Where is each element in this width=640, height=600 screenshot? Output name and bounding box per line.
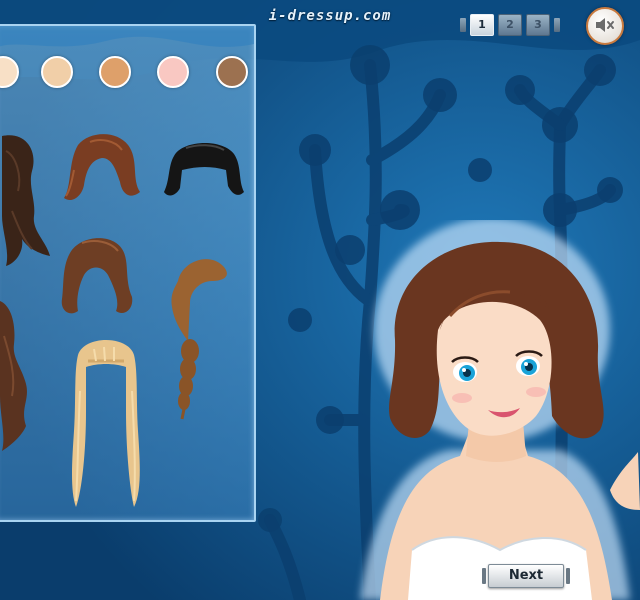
hair-selection-panel <box>0 24 256 522</box>
hairstyle-black-bob-bangs[interactable] <box>162 136 246 206</box>
page-selector-right-cap <box>554 18 560 32</box>
hairstyle-blonde-long-straight-bangs[interactable] <box>64 331 148 511</box>
sound-toggle-button[interactable] <box>586 7 624 45</box>
hairstyle-auburn-bob[interactable] <box>60 130 144 212</box>
doll-hand <box>610 452 640 510</box>
page-selector-left-cap <box>460 18 466 32</box>
site-logo[interactable]: i-dressup.com <box>244 8 416 24</box>
hairstyle-light-brown-braid[interactable] <box>160 251 234 421</box>
speaker-mute-icon <box>596 18 614 32</box>
skin-tone-swatch-4[interactable] <box>157 56 189 88</box>
page-button-1[interactable]: 1 <box>470 14 494 36</box>
next-button[interactable]: Next <box>482 564 570 588</box>
page-button-3[interactable]: 3 <box>526 14 550 36</box>
skin-tone-swatch-2[interactable] <box>41 56 73 88</box>
doll-character <box>360 220 640 600</box>
skin-tone-swatch-5[interactable] <box>216 56 248 88</box>
skin-tone-swatch-3[interactable] <box>99 56 131 88</box>
hairstyle-dark-long-wavy[interactable] <box>0 131 62 271</box>
hairstyle-brown-long-wavy[interactable] <box>0 296 42 456</box>
hairstyle-brown-medium-flip[interactable] <box>54 231 138 323</box>
page-button-2[interactable]: 2 <box>498 14 522 36</box>
page-selector: 1 2 3 <box>460 13 560 37</box>
